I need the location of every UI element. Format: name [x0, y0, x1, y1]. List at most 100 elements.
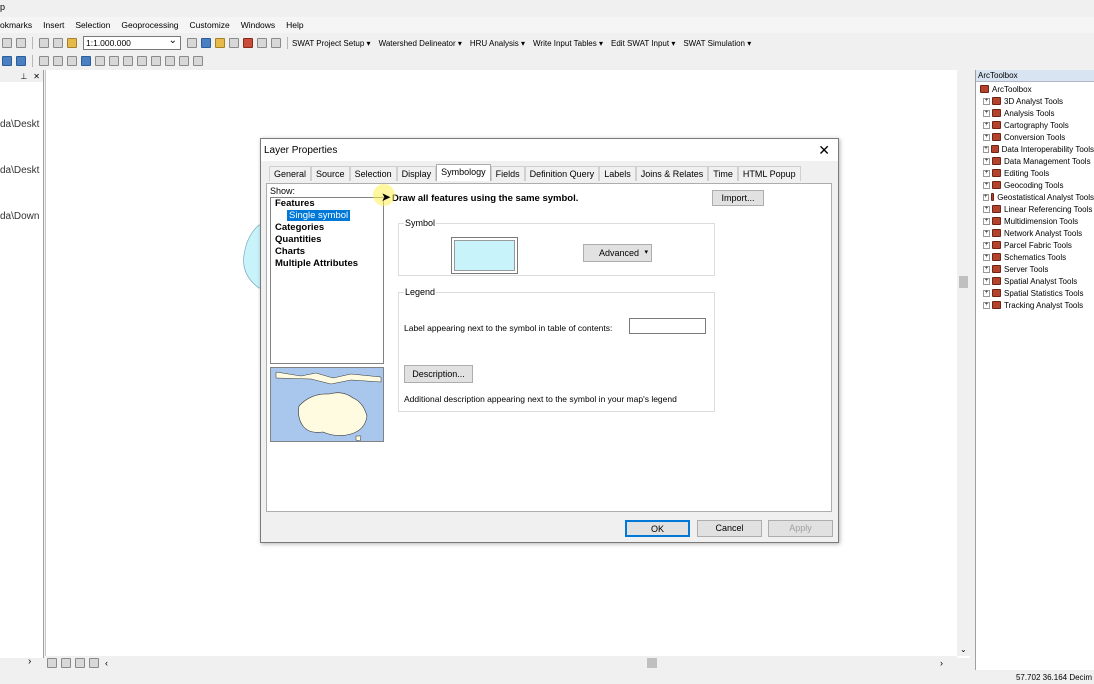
back-arrow-icon[interactable] [2, 55, 12, 66]
ok-button[interactable]: OK [625, 520, 690, 537]
toolbox-item[interactable]: + Server Tools [976, 263, 1094, 275]
select-features-icon[interactable] [39, 55, 49, 66]
expand-icon[interactable]: + [983, 265, 990, 273]
catalog-icon[interactable] [215, 38, 225, 48]
toolbox-item[interactable]: + Cartography Tools [976, 119, 1094, 131]
toolbox-item[interactable]: +3D Analyst Tools [976, 95, 1094, 107]
swat-simulation-menu[interactable]: SWAT Simulation ▾ [683, 39, 751, 48]
measure-icon[interactable] [123, 55, 133, 66]
expand-icon[interactable]: + [983, 301, 990, 309]
toolbox-item[interactable]: + Spatial Statistics Tools [976, 287, 1094, 299]
delete-icon[interactable] [16, 38, 26, 48]
show-charts[interactable]: Charts [271, 246, 383, 258]
expand-icon[interactable]: + [983, 241, 990, 249]
scroll-right-arrow-icon[interactable]: › [940, 658, 943, 668]
expand-icon[interactable]: + [983, 97, 990, 105]
toolbox-item[interactable]: + Geocoding Tools [976, 179, 1094, 191]
menu-insert[interactable]: Insert [43, 20, 64, 30]
expand-icon[interactable]: + [983, 145, 990, 153]
toolbox-item[interactable]: + Network Analyst Tools [976, 227, 1094, 239]
tab-source[interactable]: Source [311, 166, 350, 181]
toolbox-item[interactable]: + Linear Referencing Tools [976, 203, 1094, 215]
tab-html-popup[interactable]: HTML Popup [737, 166, 801, 181]
tab-general[interactable]: General [269, 166, 312, 181]
show-categories[interactable]: Categories [271, 222, 383, 234]
add-data-icon[interactable] [67, 38, 77, 48]
expand-icon[interactable]: + [983, 229, 990, 237]
toc-path-item[interactable]: da\Deskt [0, 119, 39, 130]
cancel-button[interactable]: Cancel [697, 520, 762, 537]
description-button[interactable]: Description... [404, 365, 473, 383]
expand-icon[interactable]: + [983, 217, 990, 225]
expand-icon[interactable]: + [983, 193, 989, 201]
show-multiple-attributes[interactable]: Multiple Attributes [271, 258, 383, 270]
forward-arrow-icon[interactable] [16, 55, 26, 66]
scroll-left-arrow-icon[interactable]: ‹ [105, 658, 108, 668]
menu-windows[interactable]: Windows [241, 20, 275, 30]
time-slider-icon[interactable] [179, 55, 189, 66]
toolbox-item[interactable]: + Data Management Tools [976, 155, 1094, 167]
menu-help[interactable]: Help [286, 20, 303, 30]
import-button[interactable]: Import... [712, 190, 764, 206]
toc-scroll-right-icon[interactable]: › [28, 656, 31, 667]
python-icon[interactable] [257, 38, 267, 48]
model-builder-icon[interactable] [271, 38, 281, 48]
toolbox-item[interactable]: + Analysis Tools [976, 107, 1094, 119]
menu-customize[interactable]: Customize [190, 20, 230, 30]
scroll-thumb[interactable] [647, 658, 657, 668]
redo-icon[interactable] [53, 38, 63, 48]
toolbox-item[interactable]: + Parcel Fabric Tools [976, 239, 1094, 251]
tab-display[interactable]: Display [396, 166, 437, 181]
advanced-button[interactable]: Advanced ▾ [583, 244, 652, 262]
pin-icon[interactable]: ⊥ [20, 72, 27, 81]
toc-path-item[interactable]: da\Down [0, 211, 39, 222]
clear-selection-icon[interactable] [53, 55, 63, 66]
write-input-tables-menu[interactable]: Write Input Tables ▾ [533, 39, 603, 48]
expand-icon[interactable]: + [983, 157, 990, 165]
close-icon[interactable]: ✕ [818, 142, 830, 159]
legend-label-input[interactable] [629, 318, 706, 334]
toolbox-item[interactable]: + Data Interoperability Tools [976, 143, 1094, 155]
close-icon[interactable]: ✕ [33, 72, 40, 81]
hru-analysis-menu[interactable]: HRU Analysis ▾ [470, 39, 525, 48]
toolbox-item[interactable]: + Tracking Analyst Tools [976, 299, 1094, 311]
edit-swat-input-menu[interactable]: Edit SWAT Input ▾ [611, 39, 675, 48]
menu-selection[interactable]: Selection [75, 20, 110, 30]
toolbox-item[interactable]: + Schematics Tools [976, 251, 1094, 263]
find-icon[interactable] [137, 55, 147, 66]
expand-icon[interactable]: + [983, 205, 990, 213]
toolbox-item[interactable]: + Spatial Analyst Tools [976, 275, 1094, 287]
identify-icon[interactable] [81, 55, 91, 66]
table-of-contents-icon[interactable] [201, 38, 211, 48]
editor-icon[interactable] [187, 38, 197, 48]
symbol-swatch-button[interactable] [451, 237, 518, 274]
refresh-icon[interactable] [75, 657, 85, 668]
tab-time[interactable]: Time [708, 166, 738, 181]
toc-path-item[interactable]: da\Deskt [0, 165, 39, 176]
scroll-down-arrow-icon[interactable]: ⌄ [960, 645, 967, 654]
paste-icon[interactable] [2, 38, 12, 48]
tab-labels[interactable]: Labels [599, 166, 636, 181]
scroll-thumb[interactable] [959, 276, 968, 288]
map-scale-combo[interactable]: 1:1.000.000 [83, 35, 181, 50]
show-features[interactable]: Features [271, 198, 383, 210]
tab-symbology[interactable]: Symbology [436, 164, 491, 181]
find-route-icon[interactable] [151, 55, 161, 66]
html-popup-icon[interactable] [109, 55, 119, 66]
arctoolbox-icon[interactable] [243, 38, 253, 48]
data-view-icon[interactable] [47, 657, 57, 668]
show-quantities[interactable]: Quantities [271, 234, 383, 246]
tab-fields[interactable]: Fields [490, 166, 525, 181]
pause-drawing-icon[interactable] [89, 657, 99, 668]
toolbox-root[interactable]: ArcToolbox [976, 83, 1094, 95]
tab-joins-relates[interactable]: Joins & Relates [635, 166, 709, 181]
expand-icon[interactable]: + [983, 289, 990, 297]
select-elements-icon[interactable] [67, 55, 77, 66]
toolbox-item[interactable]: + Editing Tools [976, 167, 1094, 179]
tab-definition-query[interactable]: Definition Query [524, 166, 600, 181]
layout-view-icon[interactable] [61, 657, 71, 668]
hyperlink-icon[interactable] [95, 55, 105, 66]
expand-icon[interactable]: + [983, 109, 990, 117]
expand-icon[interactable]: + [983, 253, 990, 261]
tab-selection[interactable]: Selection [349, 166, 397, 181]
